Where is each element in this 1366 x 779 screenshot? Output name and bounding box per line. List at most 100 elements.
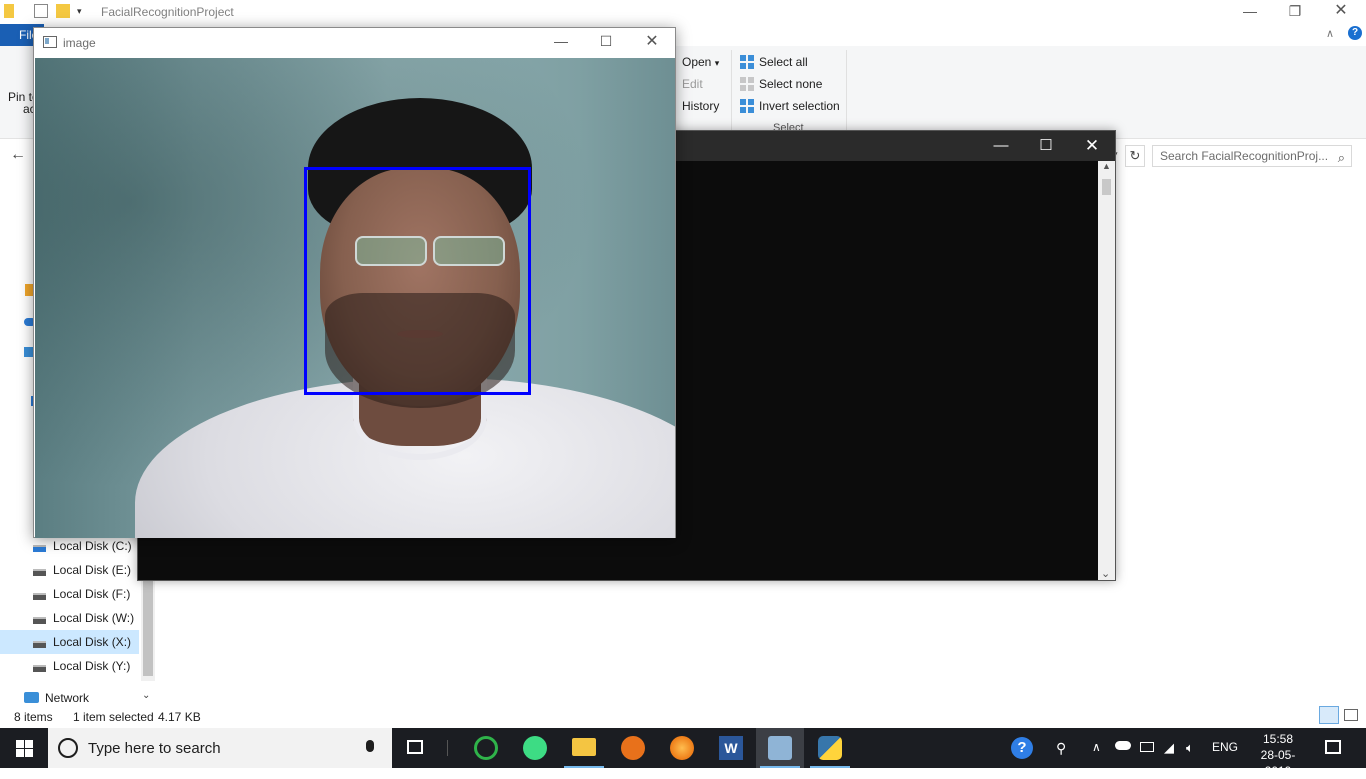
clock-date: 28-05-2019 (1260, 748, 1296, 778)
collapse-ribbon-icon[interactable]: ∧ (1326, 27, 1334, 40)
taskbar-app-firefox[interactable] (658, 728, 706, 768)
folder-icon (4, 4, 14, 18)
wifi-icon[interactable]: ◢ (1164, 740, 1174, 756)
task-view-button[interactable] (392, 728, 440, 768)
drive-icon (33, 593, 46, 600)
minimize-button[interactable]: — (1227, 0, 1273, 24)
image-maximize-button[interactable]: ☐ (583, 28, 629, 57)
selection-size: 4.17 KB (158, 710, 201, 724)
back-arrow-icon[interactable]: ← (10, 146, 26, 164)
selection-count: 1 item selected (73, 710, 154, 724)
details-view-icon[interactable] (1319, 706, 1339, 724)
webcam-frame (35, 58, 675, 538)
taskbar-app-python[interactable] (806, 728, 854, 768)
drive-icon (33, 569, 46, 576)
explorer-title-bar: ▾ FacialRecognitionProject — ❐ ✕ (0, 0, 1366, 24)
navigation-pane: Local Disk (C:) Local Disk (E:) Local Di… (0, 536, 155, 708)
sidebar-item-drive-e[interactable]: Local Disk (E:) (0, 558, 139, 582)
language-indicator[interactable]: ENG (1212, 740, 1238, 754)
taskbar-app-python-idle[interactable] (756, 728, 804, 768)
taskbar-app-file-explorer[interactable] (560, 728, 608, 768)
clock-time: 15:58 (1262, 732, 1294, 746)
sidebar-item-drive-y[interactable]: Local Disk (Y:) (0, 654, 139, 678)
sidebar-item-drive-x[interactable]: Local Disk (X:) (0, 630, 139, 654)
firefox-icon (670, 736, 694, 760)
search-icon: ⌕ (1337, 150, 1345, 165)
taskbar-app-android-studio[interactable] (511, 728, 559, 768)
scroll-down-icon[interactable]: ⌄ (1101, 567, 1110, 580)
image-minimize-button[interactable]: — (538, 28, 584, 57)
console-maximize-button[interactable]: ☐ (1023, 131, 1069, 161)
chevron-down-icon[interactable]: ⌄ (142, 690, 150, 701)
customize-toolbar-icon[interactable]: ▾ (77, 6, 91, 20)
network-icon (24, 692, 39, 703)
windows-drive-icon (33, 545, 46, 552)
taskbar-app-circle[interactable] (462, 728, 510, 768)
ribbon-divider (731, 50, 732, 132)
status-bar: 8 items 1 item selected 4.17 KB (0, 706, 1366, 728)
help-icon[interactable]: ? (1348, 26, 1362, 40)
new-folder-icon[interactable] (56, 4, 70, 18)
taskbar-divider (447, 740, 448, 756)
green-ring-app-icon (474, 736, 498, 760)
sidebar-item-drive-f[interactable]: Local Disk (F:) (0, 582, 139, 606)
app-icon (43, 36, 57, 48)
image-window-title-bar[interactable]: image — ☐ ✕ (34, 28, 675, 57)
edit-button[interactable]: Edit (682, 77, 703, 91)
console-close-button[interactable]: ✕ (1069, 131, 1115, 161)
help-tray-icon[interactable]: ? (1011, 737, 1033, 759)
word-icon: W (719, 736, 743, 760)
file-explorer-icon (572, 738, 596, 756)
people-icon[interactable]: ⚲ (1056, 740, 1066, 757)
face-detection-box (304, 167, 531, 395)
scrollbar-thumb[interactable] (1102, 179, 1111, 195)
restore-button[interactable]: ❐ (1272, 0, 1318, 24)
taskbar-app-edge[interactable] (609, 728, 657, 768)
select-none-button[interactable]: Select none (740, 77, 822, 91)
item-count: 8 items (14, 710, 53, 724)
volume-icon[interactable]: 🔈︎ (1186, 740, 1194, 756)
open-button[interactable]: Open ▾ (682, 55, 719, 69)
microphone-icon[interactable] (366, 740, 374, 752)
taskbar-app-word[interactable]: W (707, 728, 755, 768)
ribbon-divider (846, 50, 847, 132)
window-title: FacialRecognitionProject (101, 5, 234, 19)
drive-icon (33, 665, 46, 672)
search-input[interactable]: Search FacialRecognitionProj... ⌕ (1152, 145, 1352, 167)
sidebar-item-drive-w[interactable]: Local Disk (W:) (0, 606, 139, 630)
scroll-up-icon[interactable]: ▲ (1102, 161, 1111, 171)
taskbar-search-input[interactable]: Type here to search (48, 728, 392, 768)
invert-selection-icon (740, 99, 754, 113)
refresh-icon[interactable]: ↻ (1125, 145, 1145, 167)
action-center-icon[interactable] (1325, 740, 1341, 754)
task-view-icon (407, 740, 423, 754)
console-minimize-button[interactable]: — (978, 131, 1024, 161)
sidebar-item-network[interactable]: Network (0, 686, 139, 710)
show-hidden-icons-chevron-icon[interactable]: ∧ (1092, 740, 1101, 754)
select-all-button[interactable]: Select all (740, 55, 808, 69)
close-button[interactable]: ✕ (1318, 0, 1364, 24)
drive-icon (33, 641, 46, 648)
onedrive-tray-icon[interactable] (1115, 741, 1131, 750)
image-close-button[interactable]: ✕ (629, 28, 675, 57)
python-icon (818, 736, 842, 760)
history-button[interactable]: History (682, 99, 719, 113)
taskbar: Type here to search W ? ⚲ ∧ ◢ 🔈︎ ENG 15:… (0, 728, 1366, 778)
select-none-icon (740, 77, 754, 91)
clock[interactable]: 15:58 28-05-2019 (1248, 731, 1308, 779)
battery-icon[interactable] (1140, 742, 1154, 752)
image-window[interactable]: image — ☐ ✕ (33, 27, 676, 538)
android-studio-icon (523, 736, 547, 760)
drive-icon (33, 617, 46, 624)
properties-icon[interactable] (34, 4, 48, 18)
browser-edge-icon (621, 736, 645, 760)
select-all-icon (740, 55, 754, 69)
large-icons-view-icon[interactable] (1344, 709, 1358, 721)
invert-selection-button[interactable]: Invert selection (740, 99, 840, 113)
image-window-title: image (63, 36, 96, 50)
chevron-down-icon: ▾ (714, 58, 720, 68)
python-idle-icon (768, 736, 792, 760)
start-button[interactable] (0, 728, 48, 768)
cortana-icon (58, 738, 78, 758)
console-scrollbar[interactable]: ▲ ⌄ (1098, 161, 1115, 580)
